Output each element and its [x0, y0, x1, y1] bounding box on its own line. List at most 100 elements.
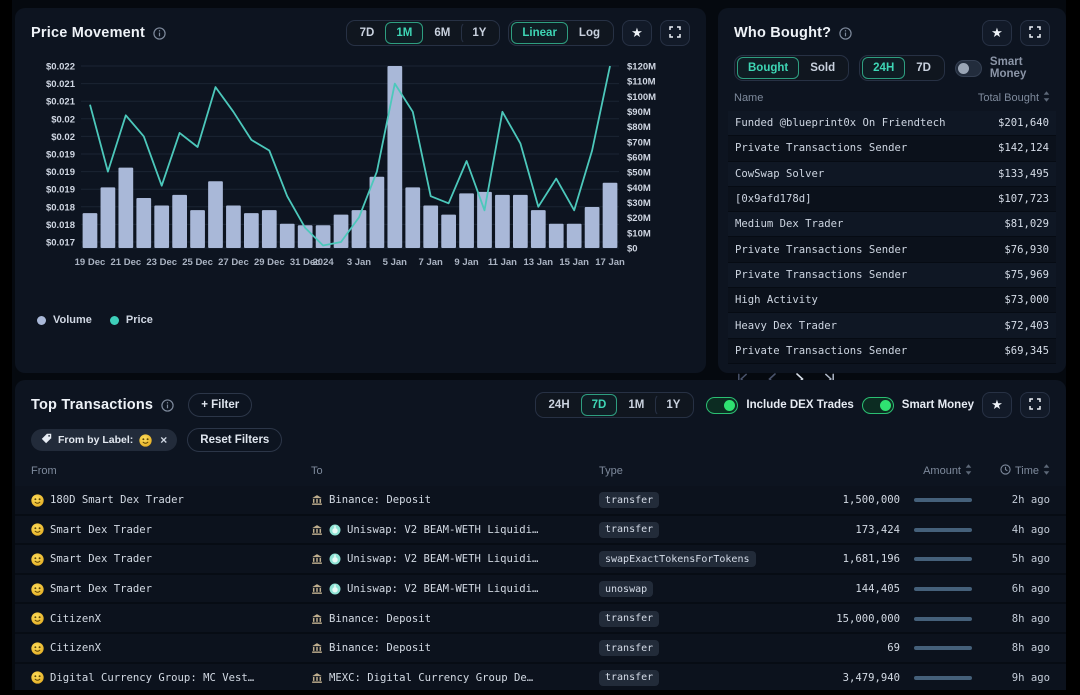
column-header-from[interactable]: From	[31, 465, 311, 477]
volume-bar[interactable]	[441, 215, 456, 248]
filter-chip-from-by-label[interactable]: From by Label: ×	[31, 429, 177, 451]
info-icon[interactable]	[161, 399, 174, 412]
column-header-name[interactable]: Name	[734, 92, 763, 104]
who-bought-range-7d[interactable]: 7D	[905, 57, 942, 79]
who-bought-range-24h[interactable]: 24H	[862, 57, 905, 79]
price-range-1m[interactable]: 1M	[385, 22, 423, 44]
volume-bar[interactable]	[101, 187, 116, 248]
volume-bar[interactable]	[226, 206, 241, 248]
table-row[interactable]: CitizenXBinance: Deposittransfer15,000,0…	[15, 604, 1066, 634]
column-header-time[interactable]: Time	[972, 464, 1050, 478]
who-bought-side-bought[interactable]: Bought	[737, 57, 799, 79]
favorite-button[interactable]: ★	[622, 20, 652, 46]
legend-item-price[interactable]: Price	[110, 314, 153, 326]
legend-item-volume[interactable]: Volume	[37, 314, 92, 326]
info-icon[interactable]	[153, 27, 166, 40]
transactions-table: 180D Smart Dex TraderBinance: Deposittra…	[15, 486, 1066, 690]
column-header-amount[interactable]: Amount	[811, 464, 972, 478]
volume-bar[interactable]	[495, 195, 510, 248]
transactions-range-24h[interactable]: 24H	[538, 394, 581, 416]
volume-bar[interactable]	[549, 224, 564, 248]
column-header-total-bought[interactable]: Total Bought	[978, 91, 1050, 105]
volume-bar[interactable]	[513, 195, 528, 248]
info-icon[interactable]	[839, 27, 852, 40]
volume-bar[interactable]	[567, 224, 582, 248]
add-filter-button[interactable]: + Filter	[188, 393, 252, 417]
volume-bar[interactable]	[423, 206, 438, 248]
volume-bar[interactable]	[405, 187, 420, 248]
close-icon[interactable]: ×	[160, 433, 167, 447]
table-row[interactable]: Smart Dex TraderUniswap: V2 BEAM-WETH Li…	[15, 575, 1066, 605]
price-axis-tick: $0.021	[46, 97, 76, 108]
table-row[interactable]: Private Transactions Sender$142,124	[728, 136, 1056, 161]
reset-filters-button[interactable]: Reset Filters	[187, 428, 282, 452]
table-row[interactable]: Smart Dex TraderUniswap: V2 BEAM-WETH Li…	[15, 516, 1066, 546]
transactions-range-1y[interactable]: 1Y	[655, 394, 691, 416]
who-bought-table: Funded @blueprint0x On Friendtech$201,64…	[728, 111, 1056, 364]
table-row[interactable]: Private Transactions Sender$69,345	[728, 339, 1056, 364]
price-range-1y[interactable]: 1Y	[461, 22, 497, 44]
volume-bar[interactable]	[531, 210, 546, 248]
table-row[interactable]: Digital Currency Group: MC Vest…MEXC: Di…	[15, 664, 1066, 690]
volume-bar[interactable]	[280, 224, 295, 248]
buyer-total: $201,640	[998, 117, 1049, 129]
uniswap-emoji	[329, 583, 341, 595]
buyer-name: Private Transactions Sender	[735, 244, 907, 256]
column-header-to[interactable]: To	[311, 465, 599, 477]
price-chart-svg[interactable]: $0.022$0.021$0.021$0.02$0.02$0.019$0.019…	[31, 52, 690, 274]
price-scale-log[interactable]: Log	[568, 22, 611, 44]
fullscreen-button[interactable]	[1020, 392, 1050, 418]
to-cell: Uniswap: V2 BEAM-WETH Liquidi…	[311, 524, 599, 536]
table-row[interactable]: CitizenXBinance: Deposittransfer698h ago	[15, 634, 1066, 664]
volume-bar[interactable]	[154, 206, 169, 248]
volume-bar[interactable]	[477, 192, 492, 248]
smart-money-switch[interactable]	[862, 397, 894, 414]
volume-axis-tick: $10M	[627, 228, 651, 239]
smart-money-switch[interactable]	[955, 60, 982, 77]
volume-bar[interactable]	[172, 195, 187, 248]
to-label: Binance: Deposit	[329, 642, 431, 654]
volume-bar[interactable]	[585, 207, 600, 248]
price-axis-tick: $0.018	[46, 220, 75, 231]
volume-bar[interactable]	[459, 193, 474, 248]
table-row[interactable]: Medium Dex Trader$81,029	[728, 212, 1056, 237]
price-axis-tick: $0.02	[51, 114, 75, 125]
table-row[interactable]: 180D Smart Dex TraderBinance: Deposittra…	[15, 486, 1066, 516]
volume-bar[interactable]	[136, 198, 151, 248]
to-label: Binance: Deposit	[329, 613, 431, 625]
price-scale-linear[interactable]: Linear	[511, 22, 568, 44]
table-row[interactable]: Heavy Dex Trader$72,403	[728, 313, 1056, 338]
volume-bar[interactable]	[83, 213, 98, 248]
table-row[interactable]: Private Transactions Sender$75,969	[728, 263, 1056, 288]
buyer-name: [0x9afd178d]	[735, 193, 812, 205]
who-bought-side-sold[interactable]: Sold	[799, 57, 846, 79]
table-row[interactable]: [0x9afd178d]$107,723	[728, 187, 1056, 212]
volume-bar[interactable]	[603, 183, 618, 248]
volume-bar[interactable]	[190, 210, 205, 248]
favorite-button[interactable]: ★	[982, 392, 1012, 418]
volume-bar[interactable]	[262, 210, 277, 248]
favorite-button[interactable]: ★	[982, 20, 1012, 46]
table-row[interactable]: CowSwap Solver$133,495	[728, 162, 1056, 187]
volume-bar[interactable]	[208, 181, 223, 248]
time-cell: 8h ago	[972, 613, 1050, 625]
fullscreen-button[interactable]	[1020, 20, 1050, 46]
fullscreen-button[interactable]	[660, 20, 690, 46]
to-label: Uniswap: V2 BEAM-WETH Liquidi…	[347, 583, 538, 595]
amount-label: Amount	[923, 465, 961, 477]
transactions-range-7d[interactable]: 7D	[581, 394, 618, 416]
buyer-name: Private Transactions Sender	[735, 269, 907, 281]
volume-bar[interactable]	[118, 168, 133, 248]
price-range-7d[interactable]: 7D	[349, 22, 386, 44]
table-row[interactable]: Private Transactions Sender$76,930	[728, 237, 1056, 262]
transactions-range-1m[interactable]: 1M	[617, 394, 655, 416]
volume-bar[interactable]	[244, 213, 259, 248]
price-range-6m[interactable]: 6M	[423, 22, 461, 44]
column-header-type[interactable]: Type	[599, 465, 811, 477]
table-row[interactable]: Funded @blueprint0x On Friendtech$201,64…	[728, 111, 1056, 136]
price-volume-chart[interactable]: $0.022$0.021$0.021$0.02$0.02$0.019$0.019…	[31, 52, 690, 279]
volume-bar[interactable]	[370, 177, 385, 248]
table-row[interactable]: Smart Dex TraderUniswap: V2 BEAM-WETH Li…	[15, 545, 1066, 575]
include-dex-trades-switch[interactable]	[706, 397, 738, 414]
table-row[interactable]: High Activity$73,000	[728, 288, 1056, 313]
